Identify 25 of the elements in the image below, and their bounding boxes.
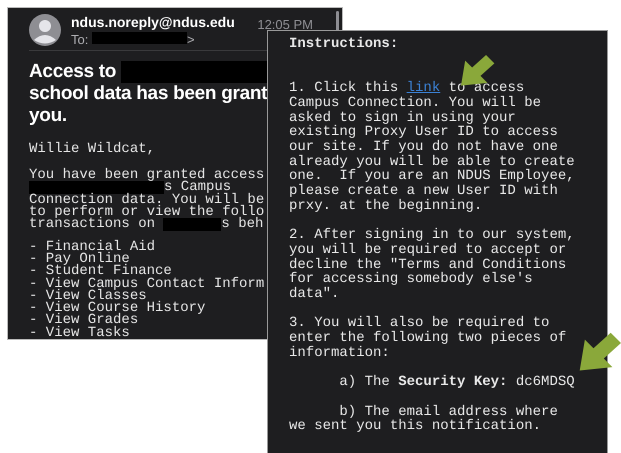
sender-address: ndus.noreply@ndus.edu xyxy=(71,13,235,31)
recipient-label: > xyxy=(186,30,195,49)
email-subject: school data has been grant xyxy=(29,82,268,105)
instruction-item: b) The email address where we sent you this notification. xyxy=(289,404,559,434)
recipient-label: To: xyxy=(71,30,90,49)
avatar-icon xyxy=(29,14,61,46)
list-item: - Student Finance xyxy=(29,265,172,278)
list-item: - View Campus Contact Inform xyxy=(29,278,264,290)
access-link[interactable]: link xyxy=(406,80,440,96)
body-text: You have been granted access xyxy=(29,169,264,182)
instruction-item: a) The Security Key: dc6MDSQ xyxy=(338,375,576,390)
email-time: 12:05 PM xyxy=(257,16,313,34)
body-text: s Campus xyxy=(164,181,232,194)
email-subject: Access to xyxy=(29,60,118,83)
list-item: - View Tasks xyxy=(29,326,130,339)
email-subject: you. xyxy=(29,104,67,127)
greeting-text: Willie Wildcat, xyxy=(29,142,156,156)
instructions-heading: Instructions: xyxy=(289,37,398,52)
instruction-paragraph: 2. After signing in to our system, you will be required to accept or decline the "Terms and Conditions for accessing somebody else's data". xyxy=(289,228,575,302)
instruction-paragraph: 3. You will also be required to enter the following two pieces of information: xyxy=(289,316,568,360)
body-text: transactions on xyxy=(29,218,156,231)
body-text: s beh xyxy=(221,218,264,231)
list-item: - View Grades xyxy=(29,314,138,327)
redaction-bar xyxy=(163,218,222,231)
list-item: - Financial Aid xyxy=(29,240,156,253)
